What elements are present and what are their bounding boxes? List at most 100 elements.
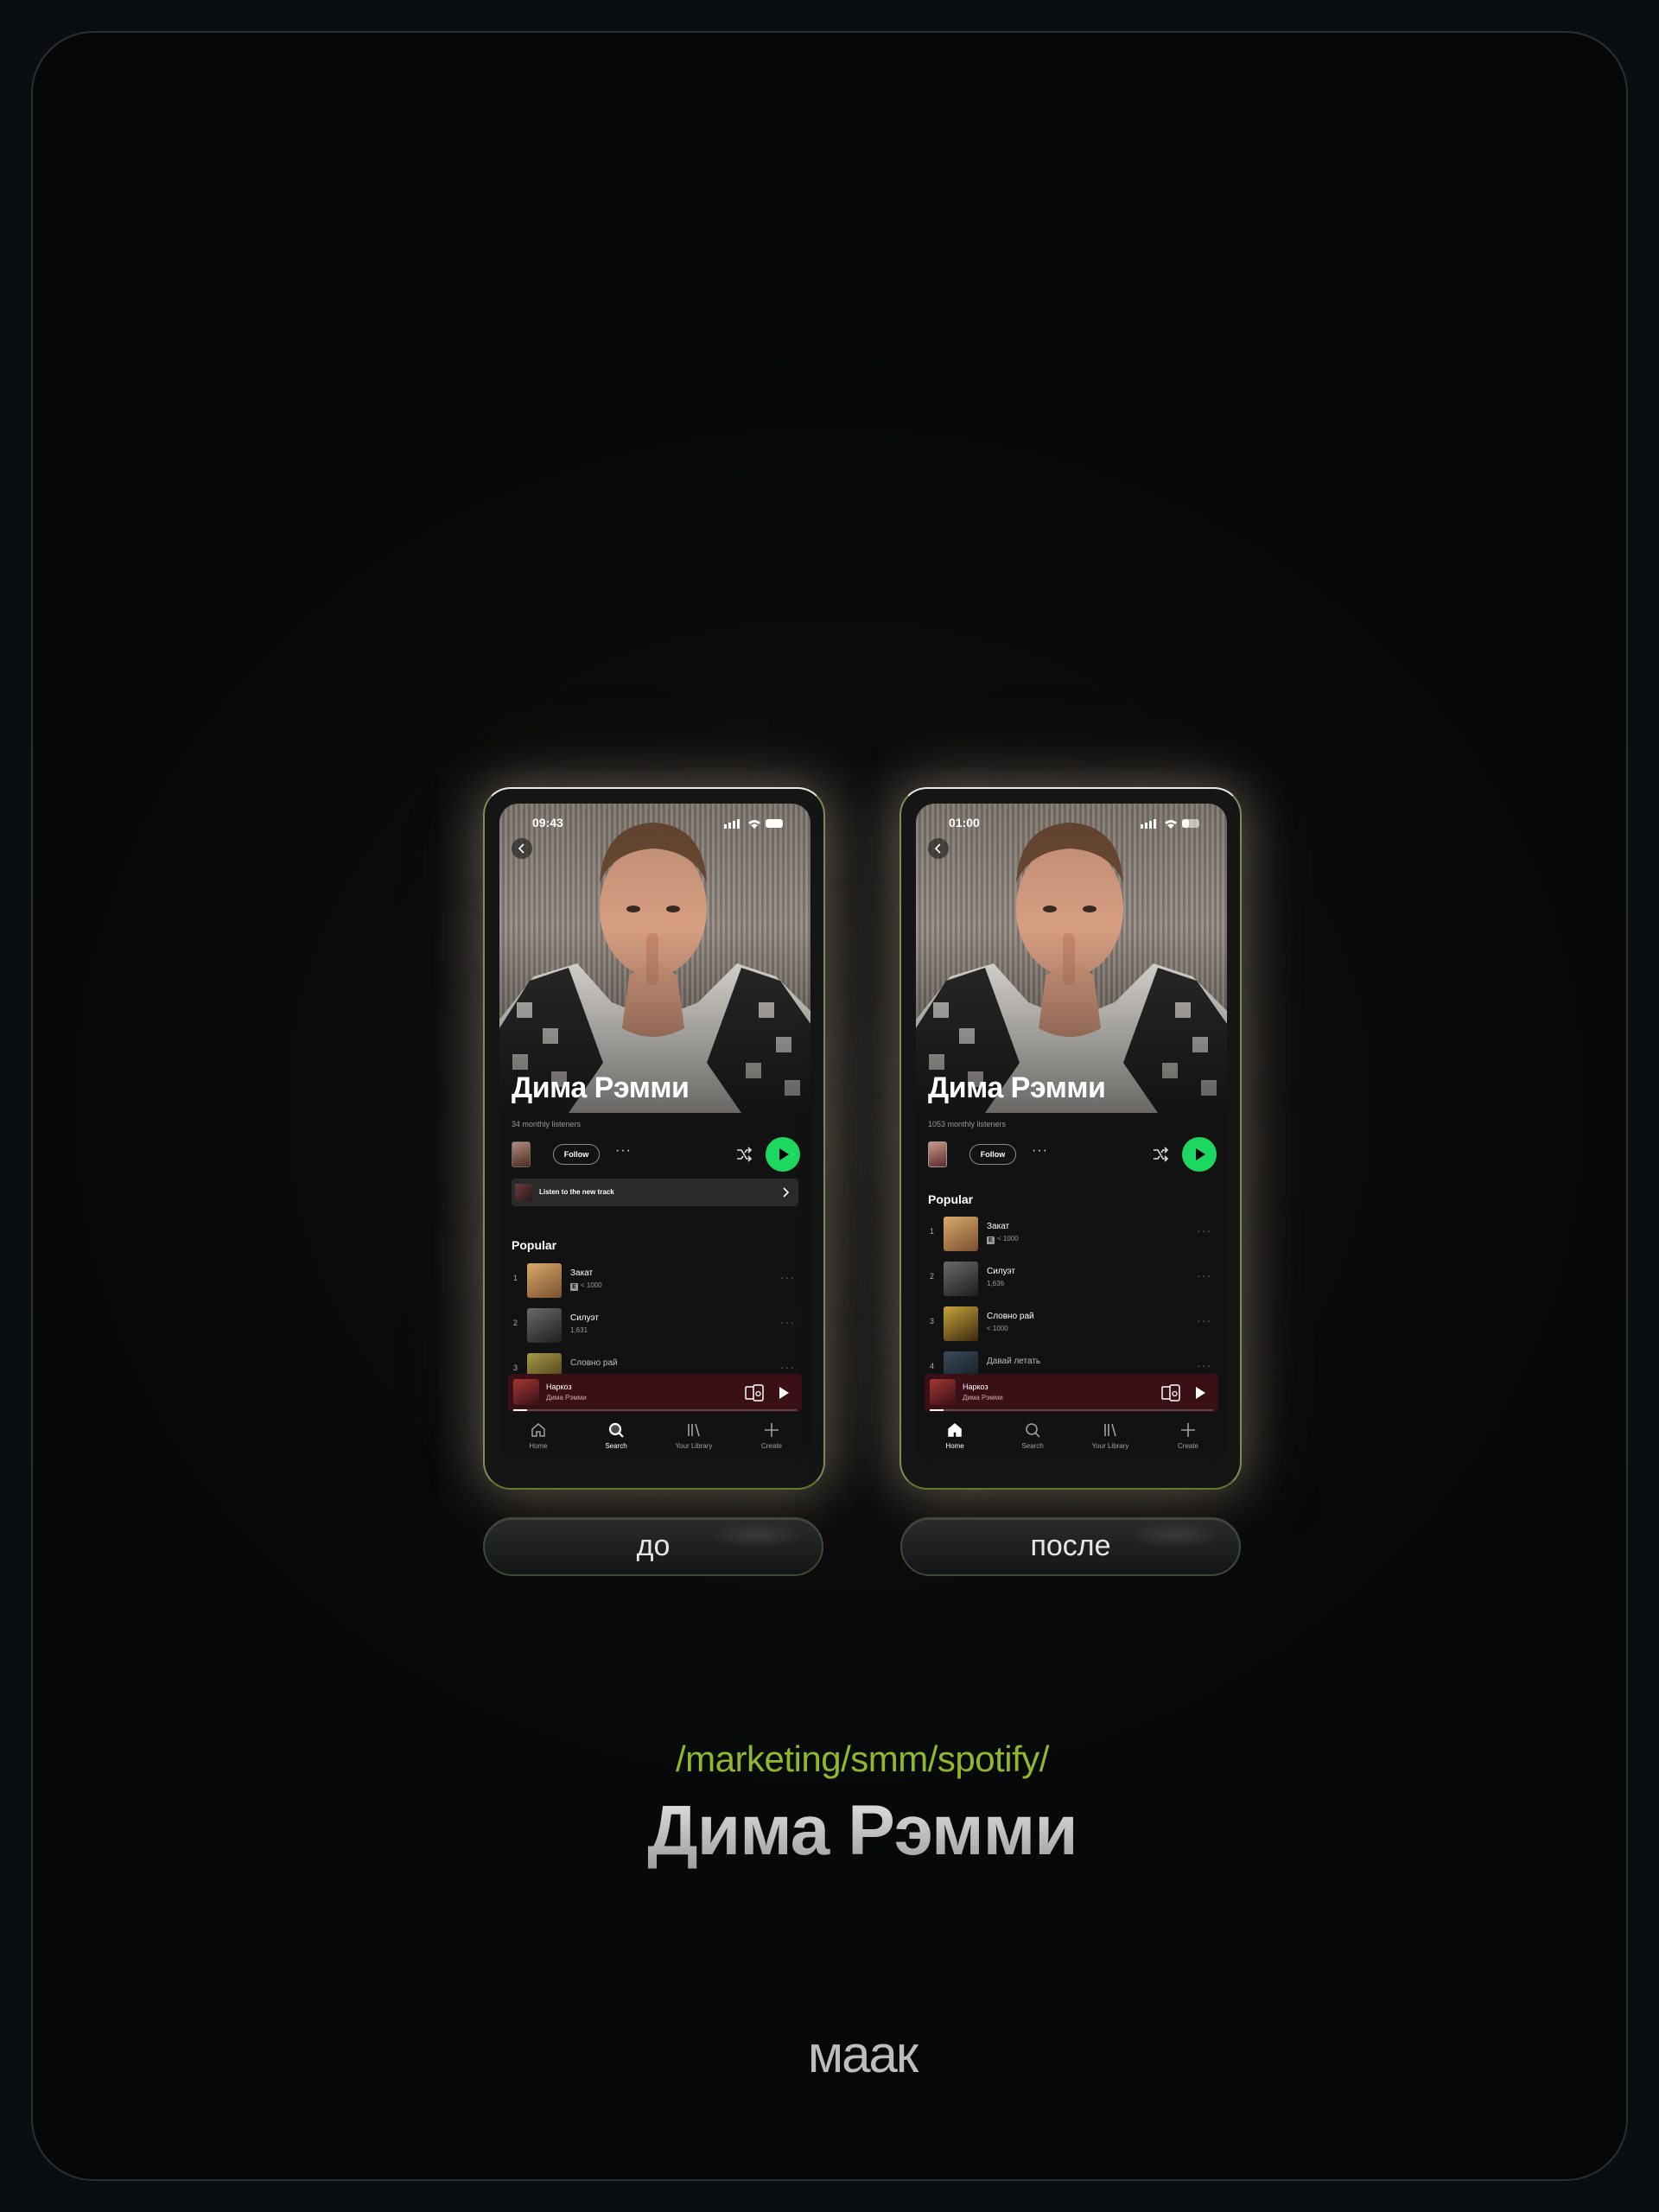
page-title: Дима Рэмми xyxy=(33,1790,1626,1872)
phone-mockup-before: 09:43 Дима Рэмми 34 monthly listeners Fo… xyxy=(483,787,825,1490)
track-number: 2 xyxy=(930,1272,935,1281)
follow-button[interactable]: Follow xyxy=(553,1144,600,1165)
artist-name: Дима Рэмми xyxy=(512,1071,690,1104)
play-icon xyxy=(1196,1148,1205,1160)
tab-search[interactable]: Search xyxy=(577,1421,655,1455)
connect-device-icon[interactable] xyxy=(1161,1384,1180,1402)
release-thumbnail[interactable] xyxy=(512,1141,531,1167)
tab-label: Create xyxy=(1177,1442,1198,1450)
tab-home[interactable]: Home xyxy=(499,1421,577,1455)
shuffle-icon[interactable] xyxy=(1151,1145,1170,1164)
track-row[interactable]: 1 Закат E < 1000 ··· xyxy=(928,1215,1215,1251)
tab-your-library[interactable]: Your Library xyxy=(1071,1421,1149,1455)
phone-mockup-after: 01:00 Дима Рэмми 1053 monthly listeners … xyxy=(899,787,1242,1490)
tab-create[interactable]: Create xyxy=(1149,1421,1227,1455)
follow-button[interactable]: Follow xyxy=(969,1144,1016,1165)
track-plays: 1,636 xyxy=(987,1280,1005,1287)
tab-your-library[interactable]: Your Library xyxy=(655,1421,733,1455)
status-time: 01:00 xyxy=(949,816,980,830)
track-more-icon[interactable]: ··· xyxy=(1197,1224,1211,1237)
after-label: после xyxy=(900,1517,1241,1576)
track-row[interactable]: 1 Закат E < 1000 ··· xyxy=(512,1262,798,1298)
play-icon[interactable] xyxy=(1194,1385,1206,1401)
phone-screen: 09:43 Дима Рэмми 34 monthly listeners Fo… xyxy=(499,804,810,1460)
now-playing-cover xyxy=(930,1379,956,1405)
track-number: 3 xyxy=(930,1317,935,1325)
status-time: 09:43 xyxy=(532,816,563,830)
track-title: Силуэт xyxy=(987,1267,1015,1276)
track-more-icon[interactable]: ··· xyxy=(1197,1313,1211,1327)
now-playing-artist: Дима Рэмми xyxy=(963,1394,1003,1402)
more-options-icon[interactable]: ··· xyxy=(615,1143,632,1159)
library-icon xyxy=(1104,1423,1116,1437)
track-number: 1 xyxy=(930,1227,935,1236)
shuffle-icon[interactable] xyxy=(734,1145,753,1164)
artist-hero-photo: 01:00 Дима Рэмми xyxy=(916,804,1227,1113)
plus-icon xyxy=(765,1423,779,1437)
connect-device-icon[interactable] xyxy=(745,1384,764,1402)
play-icon[interactable] xyxy=(778,1385,790,1401)
back-button[interactable] xyxy=(512,838,532,859)
listen-new-track-banner[interactable]: Listen to the new track xyxy=(512,1179,798,1206)
playback-progress[interactable] xyxy=(930,1409,1213,1411)
artist-hero-photo: 09:43 Дима Рэмми xyxy=(499,804,810,1113)
explicit-badge: E xyxy=(987,1236,995,1244)
release-thumbnail[interactable] xyxy=(928,1141,947,1167)
phone-screen: 01:00 Дима Рэмми 1053 monthly listeners … xyxy=(916,804,1227,1460)
bottom-tab-bar: Home Search Your Library Create xyxy=(916,1415,1227,1460)
track-cover xyxy=(944,1262,978,1296)
monthly-listeners: 1053 monthly listeners xyxy=(928,1120,1007,1128)
track-title: Силуэт xyxy=(570,1313,599,1323)
track-row[interactable]: 3 Словно рай < 1000 ··· xyxy=(928,1305,1215,1341)
presentation-card: 09:43 Дима Рэмми 34 monthly listeners Fo… xyxy=(31,31,1628,2181)
explicit-badge: E xyxy=(570,1283,578,1291)
track-title: Словно рай xyxy=(570,1358,618,1368)
play-button[interactable] xyxy=(1182,1137,1217,1172)
more-options-icon[interactable]: ··· xyxy=(1032,1143,1048,1159)
track-more-icon[interactable]: ··· xyxy=(780,1360,795,1374)
track-more-icon[interactable]: ··· xyxy=(1197,1358,1211,1372)
before-label: до xyxy=(483,1517,823,1576)
brand-logo: маак xyxy=(807,2025,918,2083)
status-bar: 09:43 xyxy=(499,812,810,833)
tab-label: Your Library xyxy=(1091,1442,1129,1450)
popular-heading: Popular xyxy=(928,1192,974,1206)
track-plays: E < 1000 xyxy=(570,1281,602,1291)
chevron-right-icon xyxy=(783,1187,790,1198)
tab-create[interactable]: Create xyxy=(733,1421,810,1455)
track-more-icon[interactable]: ··· xyxy=(780,1315,795,1329)
chevron-left-icon xyxy=(518,843,524,854)
track-row[interactable]: 2 Силуэт 1,636 ··· xyxy=(928,1260,1215,1296)
search-icon xyxy=(1026,1423,1040,1438)
tab-label: Create xyxy=(760,1442,782,1450)
plus-icon xyxy=(1181,1423,1195,1437)
tab-label: Home xyxy=(945,1442,964,1450)
now-playing-title: Наркоз xyxy=(546,1382,572,1391)
track-number: 2 xyxy=(513,1319,518,1327)
track-title: Словно рай xyxy=(987,1312,1034,1321)
tab-label: Home xyxy=(529,1442,548,1450)
home-icon xyxy=(531,1423,545,1437)
artist-name: Дима Рэмми xyxy=(928,1071,1106,1104)
tab-label: Your Library xyxy=(675,1442,713,1450)
track-more-icon[interactable]: ··· xyxy=(780,1270,795,1284)
now-playing-bar[interactable]: Наркоз Дима Рэмми xyxy=(925,1374,1218,1412)
track-number: 1 xyxy=(513,1274,518,1282)
monthly-listeners: 34 monthly listeners xyxy=(512,1120,582,1128)
search-icon xyxy=(608,1422,624,1438)
back-button[interactable] xyxy=(928,838,949,859)
track-plays: < 1000 xyxy=(987,1325,1008,1332)
playback-progress[interactable] xyxy=(513,1409,797,1411)
tab-home[interactable]: Home xyxy=(916,1421,994,1455)
play-icon xyxy=(779,1148,789,1160)
tab-search[interactable]: Search xyxy=(994,1421,1071,1455)
track-cover xyxy=(527,1308,562,1343)
play-button[interactable] xyxy=(766,1137,800,1172)
track-plays: 1,631 xyxy=(570,1326,588,1334)
now-playing-artist: Дима Рэмми xyxy=(546,1394,587,1402)
track-plays: E < 1000 xyxy=(987,1235,1019,1244)
now-playing-bar[interactable]: Наркоз Дима Рэмми xyxy=(508,1374,802,1412)
track-more-icon[interactable]: ··· xyxy=(1197,1268,1211,1282)
track-row[interactable]: 2 Силуэт 1,631 ··· xyxy=(512,1306,798,1343)
library-icon xyxy=(688,1423,700,1437)
